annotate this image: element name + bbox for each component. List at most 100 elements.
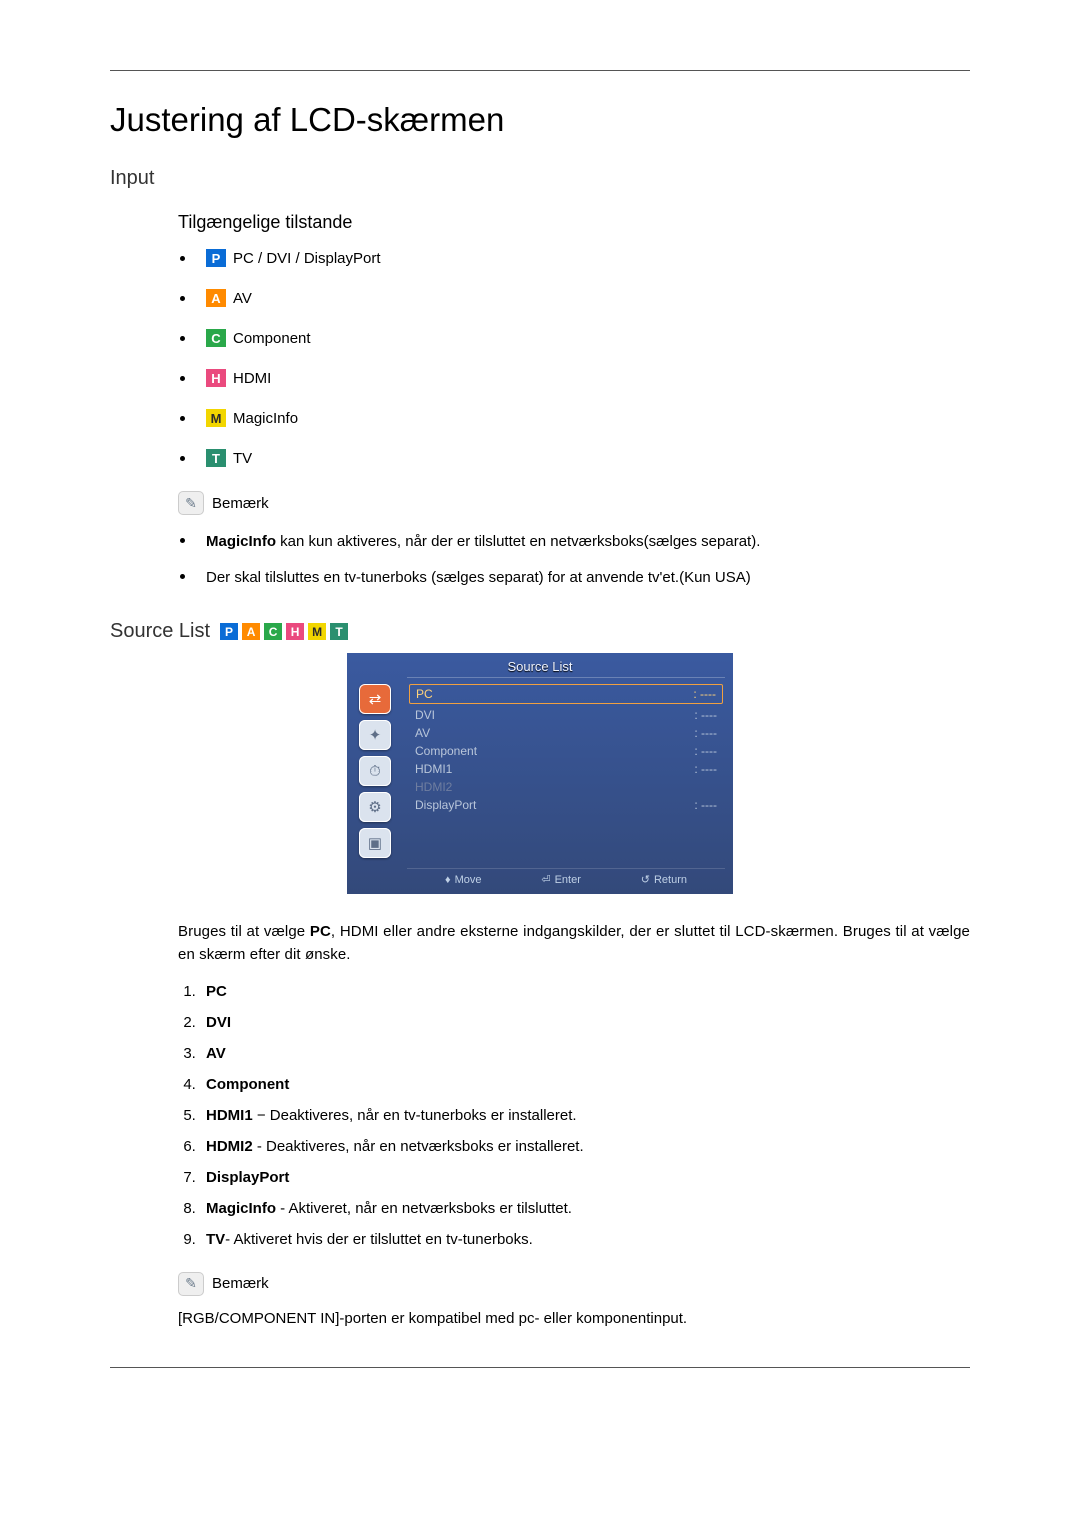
badge-c-icon: C	[264, 623, 282, 640]
osd-row-name: Component	[415, 744, 477, 758]
osd-row-val: : ‑‑‑‑	[694, 798, 717, 812]
badge-a-icon: A	[206, 289, 226, 307]
osd-row-val: : ‑‑‑‑	[694, 762, 717, 776]
note-heading: ✎ Bemærk	[178, 491, 970, 515]
li-bold: DVI	[206, 1014, 231, 1031]
page-title: Justering af LCD-skærmen	[110, 101, 970, 139]
bullet-icon	[180, 376, 185, 381]
osd-row-name: HDMI1	[415, 762, 452, 776]
bullet-icon	[180, 416, 185, 421]
badge-m-icon: M	[308, 623, 326, 640]
body-bold: PC	[310, 923, 331, 940]
li-rest: - Aktiveret hvis der er tilsluttet en tv…	[225, 1231, 533, 1248]
mode-tv: T TV	[180, 449, 970, 467]
bullet-icon	[180, 296, 185, 301]
modes-list: P PC / DVI / DisplayPort A AV C Componen…	[180, 249, 970, 467]
bullet-icon	[180, 336, 185, 341]
top-rule	[110, 70, 970, 71]
mode-label: HDMI	[233, 370, 271, 387]
list-item: TV- Aktiveret hvis der er tilsluttet en …	[200, 1231, 970, 1248]
li-bold: HDMI2	[206, 1138, 253, 1155]
li-bold: HDMI1	[206, 1107, 253, 1124]
note-icon: ✎	[178, 1272, 204, 1296]
osd-side-timer-icon: ⏱	[359, 756, 391, 786]
badge-c-icon: C	[206, 329, 226, 347]
li-rest: - Aktiveret, når en netværksboks er tils…	[276, 1200, 572, 1217]
footer-note: [RGB/COMPONENT IN]-porten er kompatibel …	[178, 1310, 970, 1327]
osd-screenshot: Source List ⇄ ✦ ⏱ ⚙ ▣ PC: ‑‑‑‑DVI: ‑‑‑‑A…	[347, 653, 733, 894]
note-item: Der skal tilsluttes en tv-tunerboks (sæl…	[180, 565, 970, 591]
bullet-icon	[180, 456, 185, 461]
osd-side-source-icon: ⇄	[359, 684, 391, 714]
badge-t-icon: T	[330, 623, 348, 640]
mode-component: C Component	[180, 329, 970, 347]
osd-row: DisplayPort: ‑‑‑‑	[409, 796, 723, 814]
osd-row-name: PC	[416, 687, 433, 701]
li-bold: AV	[206, 1045, 226, 1062]
source-ordered-list: PC DVI AV Component HDMI1 − Deaktiveres,…	[178, 983, 970, 1248]
bullet-icon	[180, 256, 185, 261]
badge-m-icon: M	[206, 409, 226, 427]
mode-label: Component	[233, 330, 311, 347]
osd-hint-enter: ⏎ Enter	[541, 873, 581, 886]
li-bold: MagicInfo	[206, 1200, 276, 1217]
li-bold: TV	[206, 1231, 225, 1248]
osd-row: DVI: ‑‑‑‑	[409, 706, 723, 724]
osd-hint-return: ↺ Return	[641, 873, 687, 886]
badge-h-icon: H	[206, 369, 226, 387]
osd-footer: ♦ Move ⏎ Enter ↺ Return	[407, 868, 725, 888]
mode-label: PC / DVI / DisplayPort	[233, 250, 381, 267]
li-rest: - Deaktiveres, når en netværksboks er in…	[253, 1138, 584, 1155]
list-item: AV	[200, 1045, 970, 1062]
mode-av: A AV	[180, 289, 970, 307]
osd-main: PC: ‑‑‑‑DVI: ‑‑‑‑AV: ‑‑‑‑Component: ‑‑‑‑…	[403, 678, 733, 864]
list-item: DVI	[200, 1014, 970, 1031]
source-list-label: Source List	[110, 620, 210, 643]
subsection-modes: Tilgængelige tilstande	[178, 212, 970, 233]
note-label: Bemærk	[212, 495, 269, 512]
section-source-list: Source List P A C H M T	[110, 620, 970, 643]
osd-sidebar: ⇄ ✦ ⏱ ⚙ ▣	[347, 678, 403, 864]
bullet-icon	[180, 538, 185, 543]
badge-h-icon: H	[286, 623, 304, 640]
body-pre: Bruges til at vælge	[178, 923, 310, 940]
osd-hint-enter-label: Enter	[555, 874, 581, 886]
osd-title: Source List	[347, 653, 733, 678]
mode-label: MagicInfo	[233, 410, 298, 427]
list-item: PC	[200, 983, 970, 1000]
list-item: DisplayPort	[200, 1169, 970, 1186]
note-label: Bemærk	[212, 1275, 269, 1292]
badge-p-icon: P	[220, 623, 238, 640]
osd-row: HDMI2	[409, 778, 723, 796]
osd-row-val: : ‑‑‑‑	[694, 726, 717, 740]
page: Justering af LCD-skærmen Input Tilgængel…	[0, 0, 1080, 1527]
osd-row-val: : ‑‑‑‑	[694, 744, 717, 758]
li-bold: DisplayPort	[206, 1169, 289, 1186]
osd-row: AV: ‑‑‑‑	[409, 724, 723, 742]
note-bold: MagicInfo	[206, 533, 276, 550]
badge-a-icon: A	[242, 623, 260, 640]
osd-hint-move: ♦ Move	[445, 873, 482, 886]
note-icon: ✎	[178, 491, 204, 515]
note-item: MagicInfo kan kun aktiveres, når der er …	[180, 529, 970, 555]
mode-label: TV	[233, 450, 252, 467]
section-input: Input	[110, 167, 970, 190]
list-item: HDMI2 - Deaktiveres, når en netværksboks…	[200, 1138, 970, 1155]
notes-list: MagicInfo kan kun aktiveres, når der er …	[180, 529, 970, 590]
li-bold: Component	[206, 1076, 289, 1093]
osd-row: HDMI1 : ‑‑‑‑	[409, 760, 723, 778]
osd-hint-move-label: Move	[455, 874, 482, 886]
badge-row: P A C H M T	[220, 623, 350, 640]
list-item: HDMI1 − Deaktiveres, når en tv-tunerboks…	[200, 1107, 970, 1124]
badge-t-icon: T	[206, 449, 226, 467]
mode-pc: P PC / DVI / DisplayPort	[180, 249, 970, 267]
note-text: Der skal tilsluttes en tv-tunerboks (sæl…	[206, 565, 751, 591]
list-item: MagicInfo - Aktiveret, når en netværksbo…	[200, 1200, 970, 1217]
osd-side-misc-icon: ▣	[359, 828, 391, 858]
note-rest: kan kun aktiveres, når der er tilsluttet…	[276, 533, 760, 550]
mode-hdmi: H HDMI	[180, 369, 970, 387]
li-rest: − Deaktiveres, når en tv-tunerboks er in…	[253, 1107, 577, 1124]
mode-label: AV	[233, 290, 252, 307]
osd-row-val: : ‑‑‑‑	[694, 708, 717, 722]
bottom-rule	[110, 1367, 970, 1368]
